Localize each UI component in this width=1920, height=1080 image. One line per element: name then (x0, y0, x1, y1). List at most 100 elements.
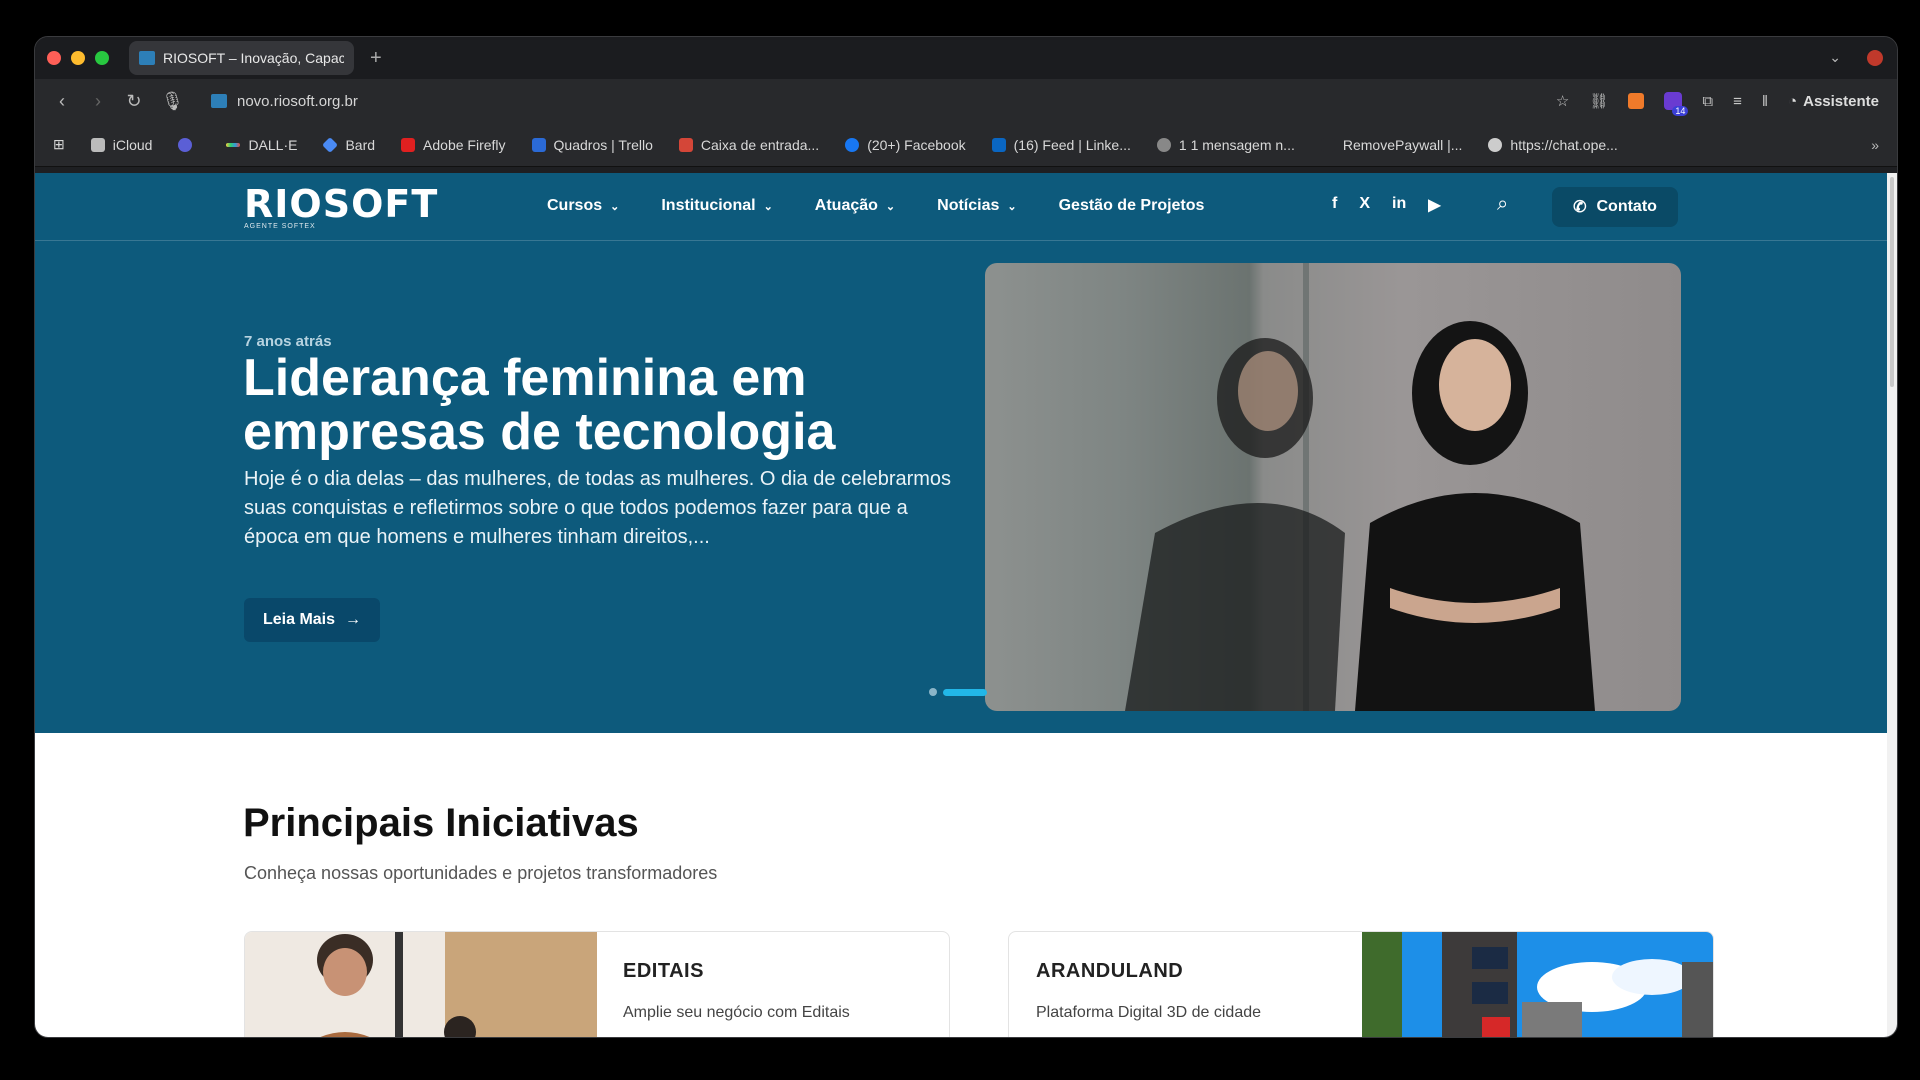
bookmark-item[interactable]: RemovePaywall |... (1320, 137, 1462, 153)
read-more-button[interactable]: Leia Mais → (244, 598, 380, 642)
web-page: RIOSOFT AGENTE SOFTEX Cursos ⌄ Institucio… (35, 173, 1889, 1037)
bookmark-icon (1488, 137, 1503, 152)
initiative-card-aranduland[interactable]: ARANDULAND Plataforma Digital 3D de cida… (1008, 931, 1714, 1037)
bookmark-star-icon[interactable]: ☆ (1556, 92, 1569, 110)
bookmark-icon (1320, 137, 1335, 152)
address-bar[interactable]: novo.riosoft.org.br (211, 93, 358, 110)
bookmarks-bar: ⊞ iCloud DALL·E Bard Adobe Firefly Quadr… (35, 123, 1897, 167)
page-scrollbar[interactable] (1887, 173, 1897, 1037)
facebook-icon[interactable]: f (1332, 195, 1337, 215)
chevron-down-icon: ⌄ (610, 200, 620, 213)
bookmark-icon (178, 137, 193, 152)
nav-institucional[interactable]: Institucional ⌄ (661, 197, 772, 215)
bookmark-item[interactable]: iCloud (90, 137, 152, 153)
bookmark-item[interactable]: Bard (322, 136, 375, 153)
nav-cursos[interactable]: Cursos ⌄ (547, 197, 619, 215)
browser-window: RIOSOFT – Inovação, Capac + ⌄ ‹ › ↻ 🎙︎ n… (34, 36, 1898, 1038)
reload-button[interactable]: ↻ (125, 91, 143, 112)
maximize-window-button[interactable] (95, 51, 109, 65)
extension-orange-icon[interactable] (1628, 93, 1645, 109)
section-title: Principais Iniciativas (243, 801, 639, 845)
bookmark-item[interactable] (178, 137, 200, 152)
forward-button[interactable]: › (89, 91, 107, 112)
menu-lines-icon[interactable]: ≡ (1733, 93, 1742, 110)
minimize-window-button[interactable] (71, 51, 85, 65)
nav-atuacao[interactable]: Atuação ⌄ (815, 197, 895, 215)
new-tab-button[interactable]: + (370, 47, 382, 70)
site-favicon-icon (139, 51, 155, 65)
bookmark-icon (1156, 137, 1171, 152)
apps-grid-icon[interactable]: ⊞ (53, 136, 65, 153)
arrow-right-icon: → (345, 611, 362, 628)
card-title: ARANDULAND (1036, 960, 1184, 982)
post-date: 7 anos atrás (244, 333, 332, 350)
tab-strip: RIOSOFT – Inovação, Capac + ⌄ (35, 37, 1897, 79)
tab-list-chevron-icon[interactable]: ⌄ (1829, 49, 1841, 66)
hero-image (985, 263, 1681, 711)
hero-excerpt: Hoje é o dia delas – das mulheres, de to… (244, 468, 952, 548)
youtube-icon[interactable]: ▶ (1428, 195, 1440, 215)
initiative-card-editais[interactable]: EDITAIS Amplie seu negócio com Editais (244, 931, 950, 1037)
contact-button[interactable]: ✆ Contato (1552, 187, 1678, 227)
back-button[interactable]: ‹ (53, 91, 71, 112)
microphone-icon[interactable]: 🎙︎ (161, 91, 184, 112)
more-bookmarks-chevron-icon[interactable]: » (1871, 137, 1879, 153)
chevron-down-icon: ⌄ (763, 200, 773, 213)
section-subtitle: Conheça nossas oportunidades e projetos … (244, 863, 718, 883)
assistant-icon: ◔ (1788, 92, 1798, 110)
bookmark-item[interactable]: 1 1 mensagem n... (1156, 137, 1295, 153)
extension-badge: 14 (1672, 106, 1689, 116)
close-window-button[interactable] (47, 51, 61, 65)
site-header: RIOSOFT AGENTE SOFTEX Cursos ⌄ Institucio… (35, 173, 1889, 241)
main-nav: Cursos ⌄ Institucional ⌄ Atuação ⌄ Notícias… (547, 197, 1204, 215)
chevron-down-icon: ⌄ (1007, 200, 1017, 213)
bookmark-icon (845, 137, 860, 152)
carousel-indicators (929, 688, 987, 696)
bookmark-item[interactable]: DALL·E (226, 137, 297, 153)
url-text: novo.riosoft.org.br (237, 92, 358, 110)
audio-wave-icon[interactable]: ‖ (1762, 93, 1768, 110)
bookmark-icon (90, 137, 105, 152)
carousel-dot[interactable] (929, 688, 937, 696)
active-tab[interactable]: RIOSOFT – Inovação, Capac (129, 41, 354, 75)
bookmark-icon (531, 137, 546, 152)
nav-gestao-de-projetos[interactable]: Gestão de Projetos (1059, 197, 1205, 215)
card-description: Amplie seu negócio com Editais (623, 1004, 850, 1021)
bookmark-item[interactable]: Quadros | Trello (531, 137, 653, 153)
x-twitter-icon[interactable]: X (1359, 195, 1370, 215)
bookmark-icon (991, 137, 1006, 152)
women-portrait-image (1125, 263, 1595, 711)
scrollbar-thumb[interactable] (1890, 177, 1894, 387)
linkedin-icon[interactable]: in (1392, 195, 1406, 215)
bookmark-icon (678, 137, 693, 152)
hero-section: RIOSOFT AGENTE SOFTEX Cursos ⌄ Institucio… (35, 173, 1889, 733)
phone-icon: ✆ (1573, 199, 1587, 216)
bookmark-item[interactable]: (20+) Facebook (845, 137, 966, 153)
bookmark-icon (226, 142, 241, 147)
browser-toolbar: ‹ › ↻ 🎙︎ novo.riosoft.org.br ☆ ⛓︎ 14 ⧉ ≡… (35, 79, 1897, 123)
search-icon[interactable]: ⌕ (1497, 193, 1508, 216)
tab-title: RIOSOFT – Inovação, Capac (163, 50, 344, 66)
card-image (1362, 932, 1713, 1037)
link-icon[interactable]: ⛓︎ (1589, 92, 1608, 110)
site-favicon-icon (211, 94, 227, 108)
bookmark-item[interactable]: Caixa de entrada... (678, 137, 819, 153)
carousel-dot-active[interactable] (943, 688, 987, 696)
extensions-puzzle-icon[interactable]: ⧉ (1702, 93, 1713, 110)
card-title: EDITAIS (623, 960, 704, 982)
profile-avatar[interactable] (1867, 49, 1883, 66)
riosoft-logo[interactable]: RIOSOFT AGENTE SOFTEX (244, 185, 438, 230)
bookmark-item[interactable]: Adobe Firefly (401, 137, 506, 153)
window-controls (47, 51, 109, 65)
bookmark-item[interactable]: https://chat.ope... (1488, 137, 1618, 153)
extension-purple-icon[interactable]: 14 (1664, 92, 1689, 116)
bookmark-icon (322, 136, 339, 153)
assistant-button[interactable]: ◔ Assistente (1788, 93, 1879, 110)
social-links: f X in ▶ (1332, 195, 1441, 215)
bookmark-item[interactable]: (16) Feed | Linke... (991, 137, 1131, 153)
nav-noticias[interactable]: Notícias ⌄ (937, 197, 1016, 215)
card-image (245, 932, 597, 1037)
card-description: Plataforma Digital 3D de cidade (1036, 1004, 1262, 1021)
hero-title[interactable]: Liderança feminina em empresas de tecnol… (243, 351, 963, 459)
bookmark-icon (401, 137, 416, 152)
